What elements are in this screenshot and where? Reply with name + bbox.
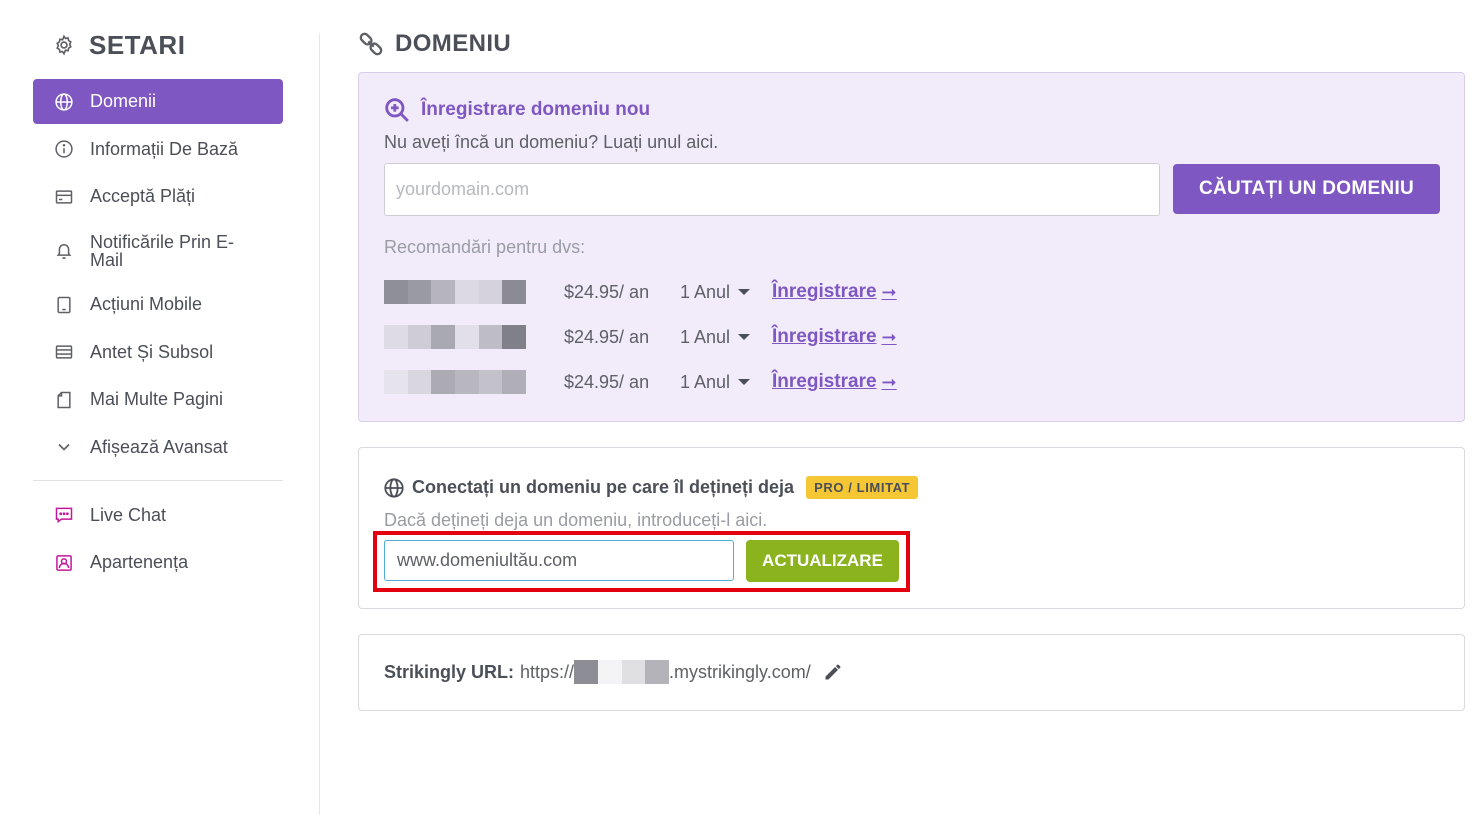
page-header: DOMENIU xyxy=(358,30,511,58)
price-label: $24.95/ an xyxy=(564,326,650,347)
sidebar-item-label: Afișează Avansat xyxy=(90,436,228,457)
arrow-right-icon: ➞ xyxy=(881,326,897,347)
url-suffix: .mystrikingly.com/ xyxy=(669,661,811,682)
recommendation-row: $24.95/ an 1 Anul Înregistrare ➞ xyxy=(384,280,897,304)
sidebar-separator xyxy=(319,33,320,815)
pencil-icon[interactable] xyxy=(823,662,843,682)
pages-icon xyxy=(53,389,75,411)
sidebar-item-label: Acțiuni Mobile xyxy=(90,294,203,314)
zoom-in-icon xyxy=(385,98,409,122)
gear-icon xyxy=(56,34,72,56)
register-link[interactable]: Înregistrare ➞ xyxy=(772,326,897,348)
sidebar-item-label: Antet Și Subsol xyxy=(90,341,214,362)
period-select[interactable]: 1 Anul xyxy=(680,372,772,393)
recommendations-label: Recomandări pentru dvs: xyxy=(384,237,586,257)
link-icon xyxy=(359,32,383,56)
recommendation-row: $24.95/ an 1 Anul Înregistrare ➞ xyxy=(384,325,897,349)
period-value: 1 Anul xyxy=(680,371,731,392)
register-link-label: Înregistrare xyxy=(772,281,877,302)
arrow-right-icon: ➞ xyxy=(881,281,897,302)
register-link[interactable]: Înregistrare ➞ xyxy=(772,281,897,303)
chat-icon xyxy=(53,504,75,526)
register-link[interactable]: Înregistrare ➞ xyxy=(772,371,897,393)
price-label: $24.95/ an xyxy=(564,281,650,302)
sidebar-divider xyxy=(33,479,283,481)
strikingly-url-card: Strikingly URL: https:// .mystrikingly.c… xyxy=(358,634,1465,711)
strikingly-url-row: Strikingly URL: https:// .mystrikingly.c… xyxy=(384,660,843,684)
sidebar-item-domenii[interactable]: Domenii xyxy=(33,79,283,124)
period-value: 1 Anul xyxy=(680,326,731,347)
register-domain-card: Înregistrare domeniu nou Nu aveți încă u… xyxy=(358,72,1465,422)
connect-domain-card: Conectați un domeniu pe care îl dețineți… xyxy=(358,447,1465,609)
redacted-subdomain xyxy=(574,660,670,684)
sidebar: SETARI Domenii Informații De Bază Accept… xyxy=(33,28,283,588)
sidebar-item-live-chat[interactable]: Live Chat xyxy=(33,493,283,538)
sidebar-item-label: Live Chat xyxy=(90,504,167,525)
register-subtitle: Nu aveți încă un domeniu? Luați unul aic… xyxy=(384,132,719,152)
sidebar-header: SETARI xyxy=(33,28,283,62)
url-label: Strikingly URL: xyxy=(384,661,515,682)
period-select[interactable]: 1 Anul xyxy=(680,282,772,303)
tablet-icon xyxy=(53,294,75,316)
sidebar-item-label: Informații De Bază xyxy=(90,138,239,159)
domain-search-input[interactable] xyxy=(384,163,1160,216)
register-link-label: Înregistrare xyxy=(772,371,877,392)
card-icon xyxy=(53,186,75,208)
register-heading: Înregistrare domeniu nou xyxy=(421,99,651,120)
sidebar-item-accepta-plati[interactable]: Acceptă Plăți xyxy=(33,174,283,219)
sidebar-item-apartenenta[interactable]: Apartenența xyxy=(33,540,283,585)
globe-icon xyxy=(384,477,404,498)
register-heading-row: Înregistrare domeniu nou xyxy=(384,97,650,123)
sidebar-item-actiuni-mobile[interactable]: Acțiuni Mobile xyxy=(33,282,283,327)
arrow-right-icon: ➞ xyxy=(881,371,897,392)
caret-down-icon xyxy=(738,334,751,340)
info-icon xyxy=(53,138,75,160)
redacted-domain xyxy=(384,280,527,304)
sidebar-item-mai-multe-pagini[interactable]: Mai Multe Pagini xyxy=(33,377,283,422)
recommendation-row: $24.95/ an 1 Anul Înregistrare ➞ xyxy=(384,370,897,394)
connect-heading: Conectați un domeniu pe care îl dețineți… xyxy=(412,477,795,497)
sidebar-item-label: Acceptă Plăți xyxy=(90,186,196,206)
sidebar-item-label: Notificările Prin E-Mail xyxy=(90,231,235,270)
page-title: DOMENIU xyxy=(395,30,512,57)
sidebar-item-label: Apartenența xyxy=(90,552,189,572)
redacted-domain xyxy=(384,325,527,349)
update-button[interactable]: ACTUALIZARE xyxy=(746,540,899,582)
caret-down-icon xyxy=(738,289,751,295)
redacted-domain xyxy=(384,370,527,394)
sidebar-item-informatii[interactable]: Informații De Bază xyxy=(33,127,283,172)
custom-domain-input[interactable] xyxy=(384,540,734,581)
url-prefix: https:// xyxy=(520,661,575,682)
sidebar-item-afiseaza-avansat[interactable]: Afișează Avansat xyxy=(33,425,283,470)
search-domain-button[interactable]: CĂUTAȚI UN DOMENIU xyxy=(1173,164,1440,214)
period-value: 1 Anul xyxy=(680,281,731,302)
sidebar-item-notificari[interactable]: Notificările Prin E-Mail xyxy=(33,222,283,280)
price-label: $24.95/ an xyxy=(564,371,650,392)
globe-icon xyxy=(53,91,75,113)
connect-heading-row: Conectați un domeniu pe care îl dețineți… xyxy=(383,476,919,499)
sidebar-item-label: Domenii xyxy=(90,91,157,111)
sidebar-item-antet-subsol[interactable]: Antet Și Subsol xyxy=(33,330,283,375)
chevron-down-icon xyxy=(53,436,75,458)
connect-subtitle: Dacă dețineți deja un domeniu, introduce… xyxy=(384,510,768,530)
sidebar-title: SETARI xyxy=(89,29,186,60)
sidebar-item-label: Mai Multe Pagini xyxy=(90,389,224,409)
layout-icon xyxy=(53,341,75,363)
member-icon xyxy=(53,552,75,574)
period-select[interactable]: 1 Anul xyxy=(680,327,772,348)
register-link-label: Înregistrare xyxy=(772,326,877,347)
bell-icon xyxy=(53,240,75,262)
caret-down-icon xyxy=(738,379,751,385)
plan-badge: PRO / LIMITAT xyxy=(806,476,919,499)
